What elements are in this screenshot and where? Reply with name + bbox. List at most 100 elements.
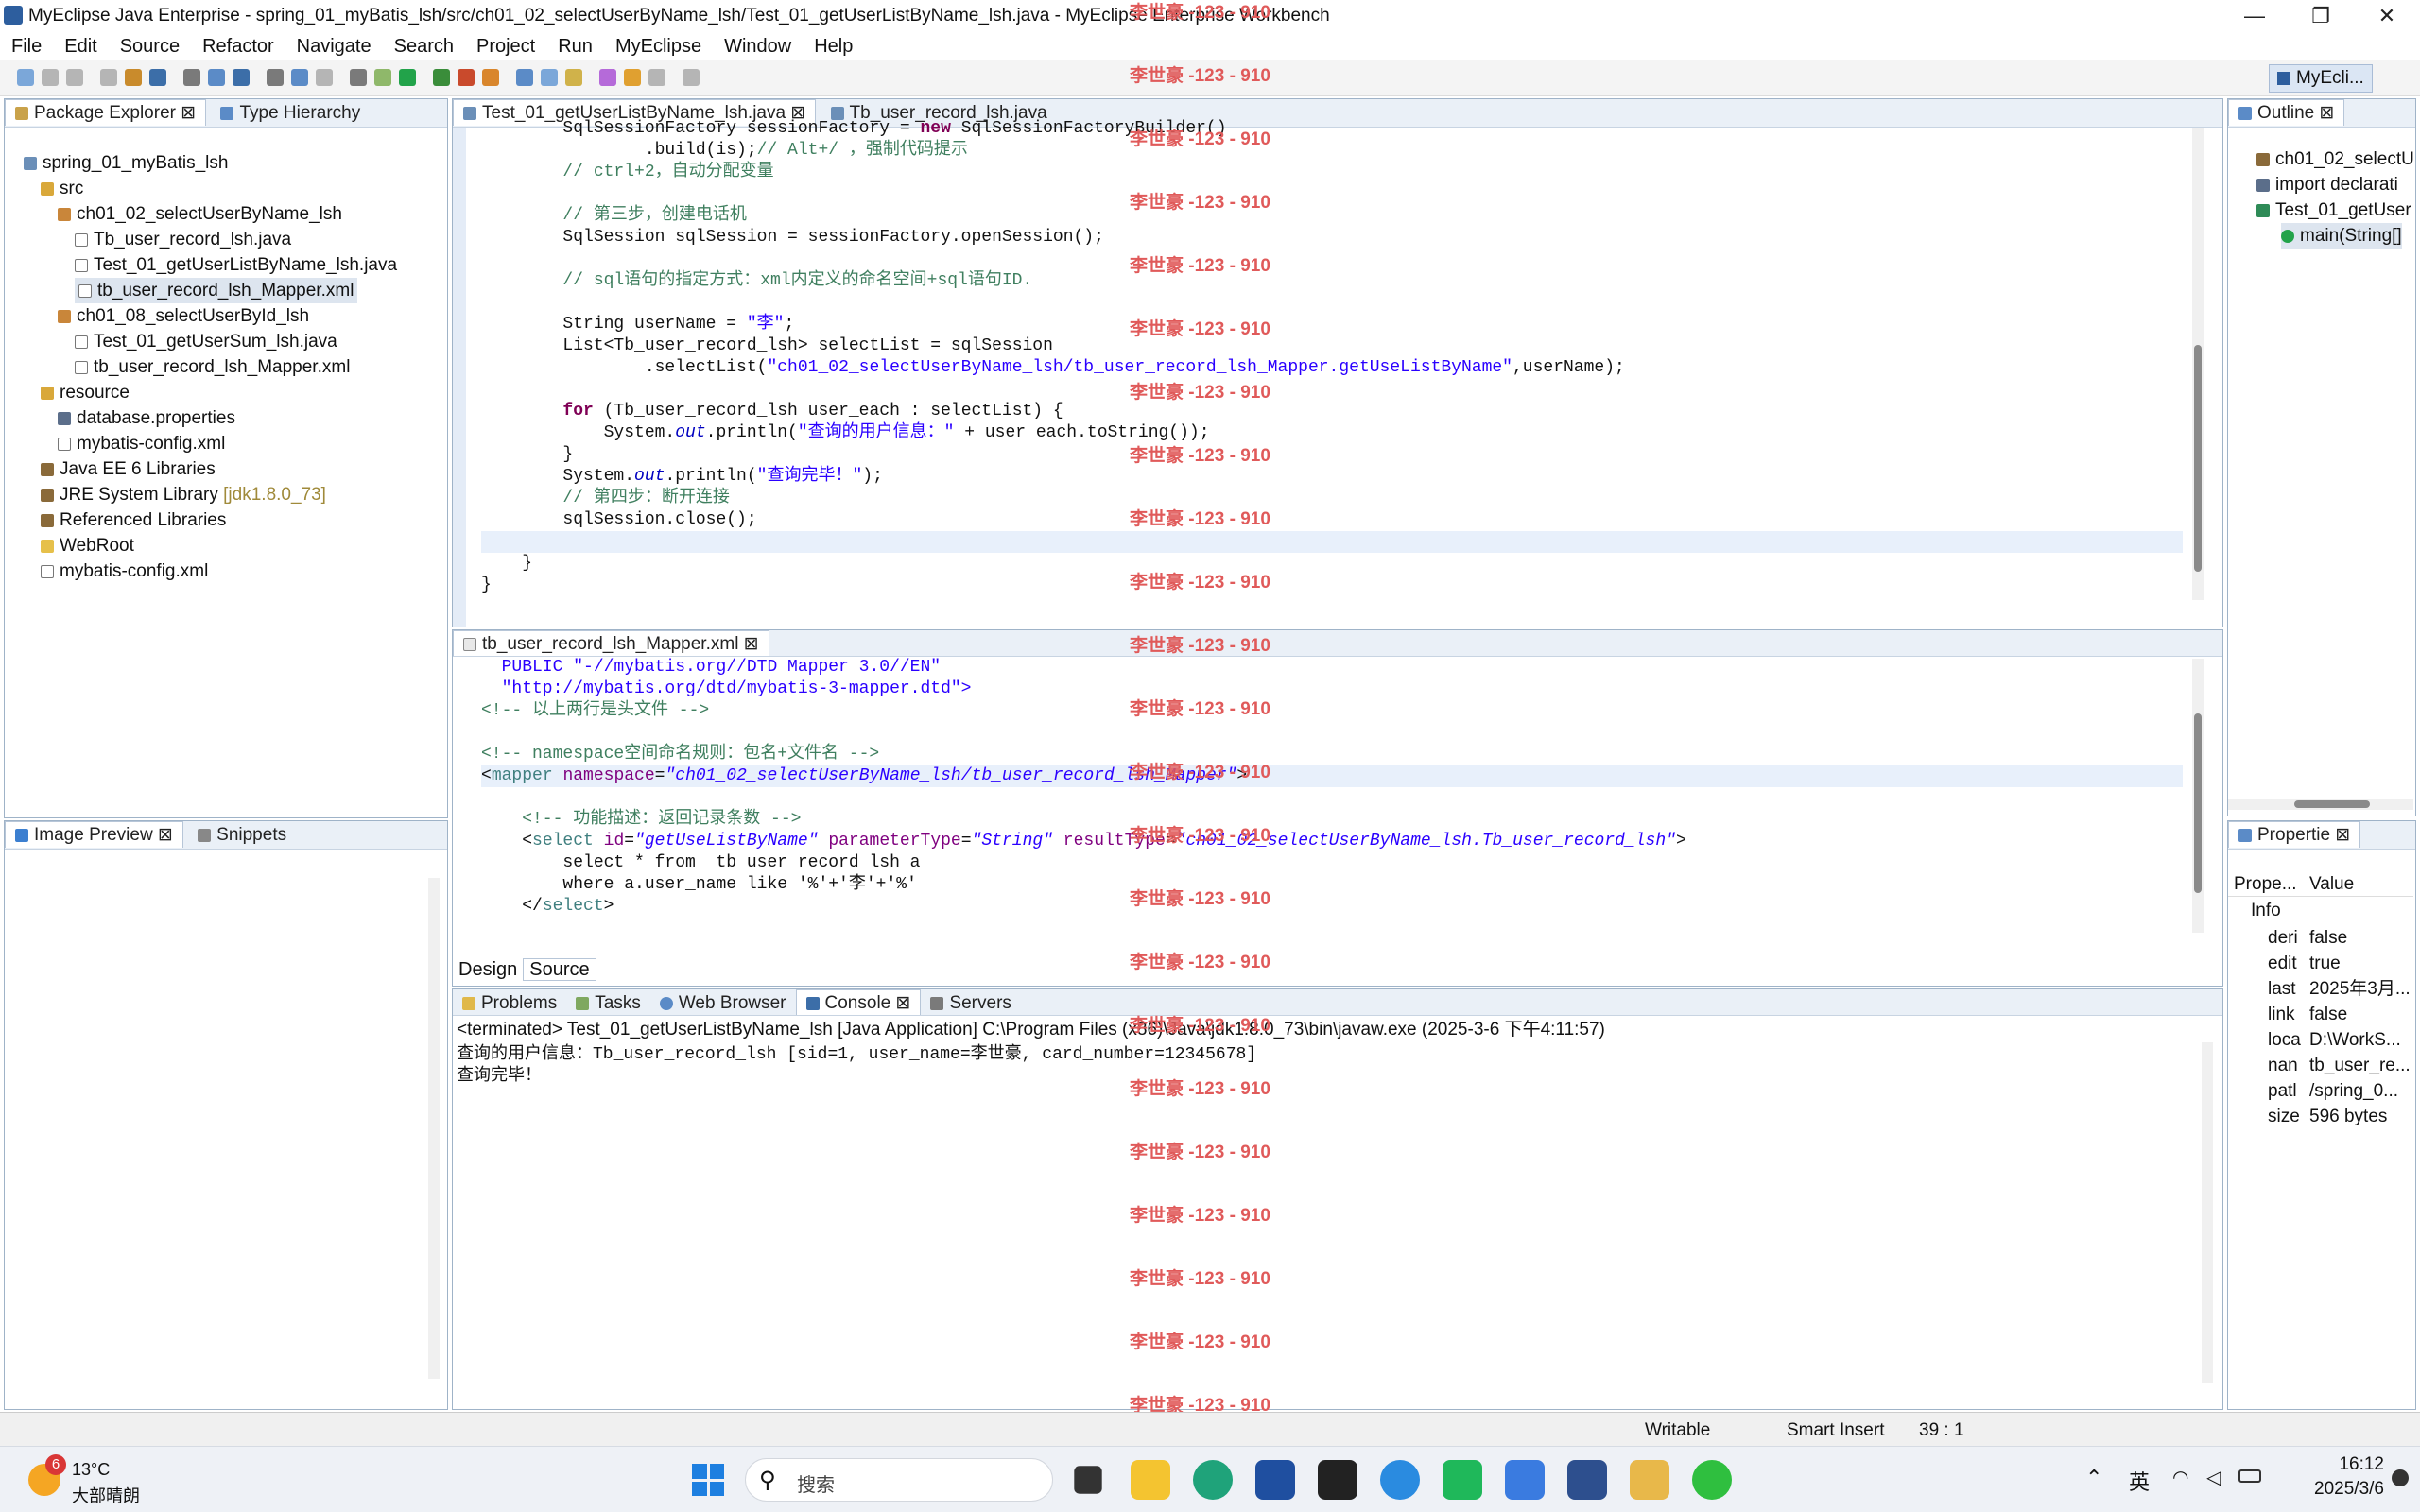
toolbar-button-icon[interactable] xyxy=(316,69,333,86)
xml-scroll-thumb[interactable] xyxy=(2194,713,2202,893)
tab-tasks[interactable]: Tasks xyxy=(566,990,650,1015)
xml-editor-scrollbar[interactable] xyxy=(2192,659,2204,933)
maximize-button[interactable]: ❐ xyxy=(2288,0,2354,32)
ime-indicator[interactable]: 英 xyxy=(2129,1466,2150,1496)
wifi-icon[interactable]: ◠ xyxy=(2172,1466,2188,1489)
java-scroll-thumb[interactable] xyxy=(2194,345,2202,572)
toolbar-button-icon[interactable] xyxy=(458,69,475,86)
tree-item[interactable]: tb_user_record_lsh_Mapper.xml xyxy=(75,354,350,380)
tab-console[interactable]: Console ⊠ xyxy=(795,989,922,1015)
tab-mapper-xml[interactable]: tb_user_record_lsh_Mapper.xml ⊠ xyxy=(453,630,769,656)
menu-run[interactable]: Run xyxy=(546,32,604,60)
menu-search[interactable]: Search xyxy=(383,32,465,60)
menu-refactor[interactable]: Refactor xyxy=(191,32,285,60)
toolbar-button-icon[interactable] xyxy=(624,69,641,86)
wechat-icon[interactable] xyxy=(1692,1460,1732,1500)
blue-app-icon[interactable] xyxy=(1505,1460,1545,1500)
green-app-icon[interactable] xyxy=(1443,1460,1482,1500)
tab-problems[interactable]: Problems xyxy=(453,990,566,1015)
notification-icon[interactable] xyxy=(2392,1469,2409,1486)
image-preview-scrollbar[interactable] xyxy=(428,878,440,1379)
tree-item[interactable]: ch01_08_selectUserById_lsh xyxy=(58,303,309,329)
menu-project[interactable]: Project xyxy=(465,32,546,60)
console-scrollbar[interactable] xyxy=(2202,1042,2213,1383)
taskbar-search[interactable]: ⚲ 搜索 xyxy=(745,1458,1053,1502)
toolbar-button-icon[interactable] xyxy=(541,69,558,86)
weather-widget[interactable]: 6 13°C 大部晴朗 xyxy=(28,1454,161,1505)
toolbar-button-icon[interactable] xyxy=(291,69,308,86)
tree-item[interactable]: JRE System Library [jdk1.8.0_73] xyxy=(41,482,326,507)
toolbar-button-icon[interactable] xyxy=(233,69,250,86)
toolbar-button-icon[interactable] xyxy=(100,69,117,86)
toolbar-button-icon[interactable] xyxy=(482,69,499,86)
tree-item[interactable]: spring_01_myBatis_lsh xyxy=(24,150,228,176)
outline-item[interactable]: Test_01_getUser xyxy=(2256,198,2411,223)
menu-navigate[interactable]: Navigate xyxy=(285,32,383,60)
tab-package-explorer[interactable]: Package Explorer ⊠ xyxy=(5,99,207,126)
perspective-switcher[interactable]: MyEcli... xyxy=(2269,64,2373,93)
tree-item[interactable]: WebRoot xyxy=(41,533,134,558)
outline-hscroll-thumb[interactable] xyxy=(2294,800,2370,808)
myeclipse-taskbar-icon[interactable] xyxy=(1567,1460,1607,1500)
game-app-icon[interactable] xyxy=(1318,1460,1357,1500)
tree-item[interactable]: Referenced Libraries xyxy=(41,507,226,533)
battery-icon[interactable] xyxy=(2238,1469,2261,1483)
clock-time[interactable]: 16:12 xyxy=(2318,1454,2384,1475)
outline-item[interactable]: main(String[] xyxy=(2281,223,2402,249)
tab-servers[interactable]: Servers xyxy=(921,990,1020,1015)
toolbar-button-icon[interactable] xyxy=(149,69,166,86)
tab-source[interactable]: Source xyxy=(523,958,596,981)
toolbar-button-icon[interactable] xyxy=(183,69,200,86)
toolbar-button-icon[interactable] xyxy=(399,69,416,86)
tree-item[interactable]: Tb_user_record_lsh.java xyxy=(75,227,291,252)
java-code-area[interactable]: SqlSessionFactory sessionFactory = new S… xyxy=(481,118,2183,610)
toolbar-button-icon[interactable] xyxy=(125,69,142,86)
menu-edit[interactable]: Edit xyxy=(53,32,108,60)
toolbar-button-icon[interactable] xyxy=(267,69,284,86)
tree-item[interactable]: mybatis-config.xml xyxy=(58,431,225,456)
start-button[interactable] xyxy=(688,1460,728,1500)
tab-type-hierarchy[interactable]: Type Hierarchy xyxy=(211,100,370,127)
tree-item[interactable]: Test_01_getUserSum_lsh.java xyxy=(75,329,337,354)
tree-item[interactable]: src xyxy=(41,176,83,201)
volume-icon[interactable]: ◁ xyxy=(2206,1466,2221,1489)
java-editor-scrollbar[interactable] xyxy=(2192,128,2204,600)
edge-browser-icon[interactable] xyxy=(1193,1460,1233,1500)
toolbar-button-icon[interactable] xyxy=(42,69,59,86)
tool-app-icon[interactable] xyxy=(1630,1460,1669,1500)
tree-item[interactable]: Java EE 6 Libraries xyxy=(41,456,216,482)
toolbar-button-icon[interactable] xyxy=(565,69,582,86)
toolbar-button-icon[interactable] xyxy=(599,69,616,86)
tab-properties[interactable]: Propertie ⊠ xyxy=(2228,821,2361,848)
file-explorer-icon[interactable] xyxy=(1131,1460,1170,1500)
outline-item[interactable]: ch01_02_selectU xyxy=(2256,146,2413,172)
toolbar-button-icon[interactable] xyxy=(208,69,225,86)
menu-file[interactable]: File xyxy=(0,32,53,60)
tab-image-preview[interactable]: Image Preview ⊠ xyxy=(5,821,183,848)
tree-item[interactable]: mybatis-config.xml xyxy=(41,558,208,584)
menu-myeclipse[interactable]: MyEclipse xyxy=(604,32,713,60)
toolbar-button-icon[interactable] xyxy=(350,69,367,86)
tab-design[interactable]: Design xyxy=(453,959,523,980)
toolbar-button-icon[interactable] xyxy=(374,69,391,86)
tray-chevron-icon[interactable]: ⌃ xyxy=(2085,1466,2102,1490)
tree-item[interactable]: resource xyxy=(41,380,130,405)
xml-code-area[interactable]: PUBLIC "-//mybatis.org//DTD Mapper 3.0//… xyxy=(481,657,2183,940)
menu-window[interactable]: Window xyxy=(713,32,803,60)
tab-web-browser[interactable]: Web Browser xyxy=(650,990,796,1015)
menu-source[interactable]: Source xyxy=(109,32,191,60)
clock-date[interactable]: 2025/3/6 xyxy=(2288,1479,2384,1500)
outline-hscroll[interactable] xyxy=(2228,799,2413,810)
tree-item[interactable]: ch01_02_selectUserByName_lsh xyxy=(58,201,342,227)
toolbar-button-icon[interactable] xyxy=(433,69,450,86)
tab-snippets[interactable]: Snippets xyxy=(188,822,296,849)
toolbar-button-icon[interactable] xyxy=(516,69,533,86)
tree-item[interactable]: tb_user_record_lsh_Mapper.xml xyxy=(75,278,358,303)
tree-item[interactable]: database.properties xyxy=(58,405,235,431)
store-icon[interactable] xyxy=(1255,1460,1295,1500)
toolbar-button-icon[interactable] xyxy=(66,69,83,86)
toolbar-button-icon[interactable] xyxy=(648,69,666,86)
outline-item[interactable]: import declarati xyxy=(2256,172,2398,198)
toolbar-button-icon[interactable] xyxy=(17,69,34,86)
menu-help[interactable]: Help xyxy=(803,32,864,60)
